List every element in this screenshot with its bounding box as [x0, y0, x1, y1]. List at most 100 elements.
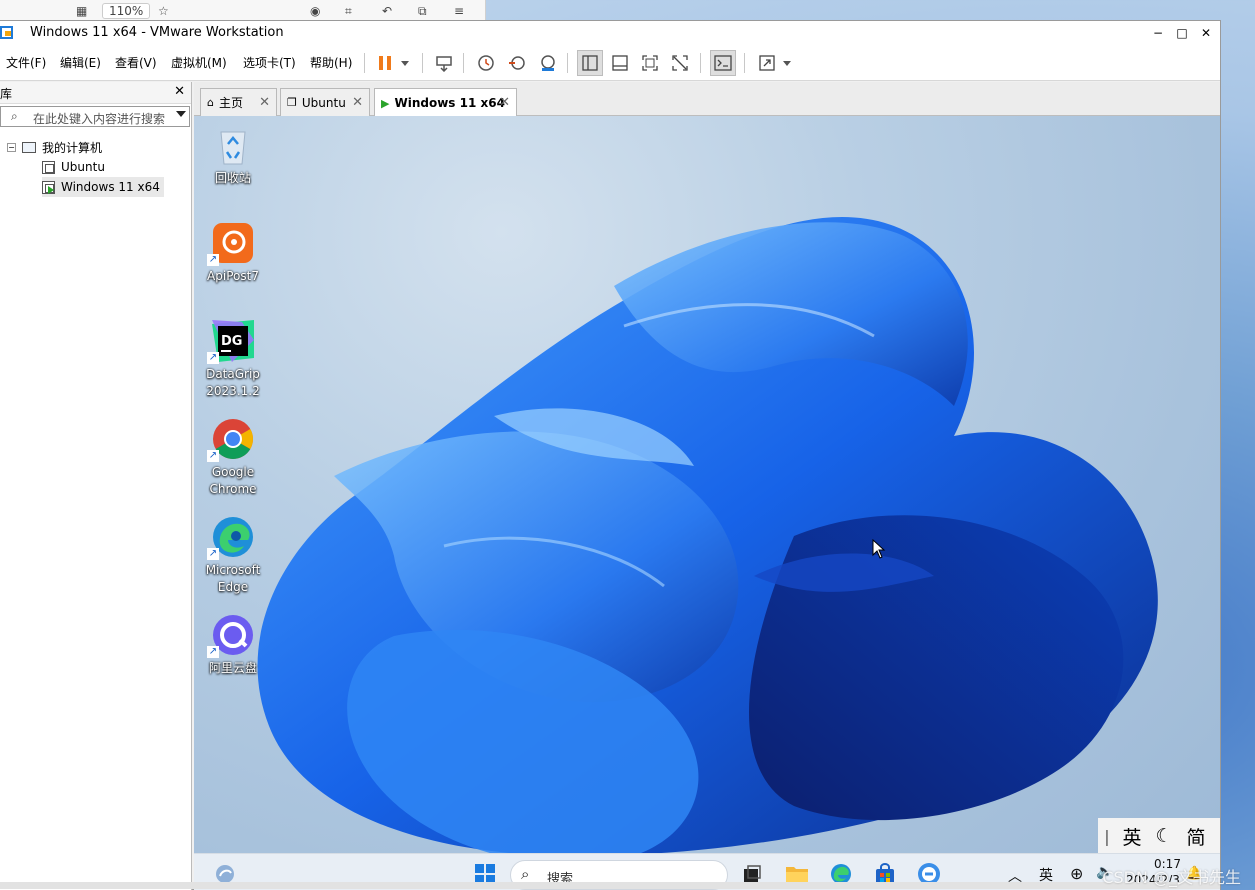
vmware-window: Windows 11 x64 - VMware Workstation − □ … — [0, 20, 1221, 890]
shortcut-arrow-icon: ↗ — [207, 450, 219, 462]
ime-moon-icon[interactable]: ☾ — [1148, 825, 1180, 847]
library-search-placeholder: 在此处键入内容进行搜索 — [33, 112, 166, 126]
close-button[interactable]: ✕ — [1194, 23, 1218, 43]
library-close-icon[interactable]: ✕ — [174, 84, 185, 99]
computer-icon — [22, 141, 36, 153]
stretch-dropdown-icon[interactable] — [780, 50, 794, 76]
pause-dropdown-icon[interactable] — [398, 50, 412, 76]
ime-grip-icon[interactable]: | — [1098, 827, 1116, 846]
close-tab-icon[interactable]: ✕ — [499, 95, 510, 110]
vm-running-icon: ▶ — [381, 96, 390, 110]
window-title: Windows 11 x64 - VMware Workstation — [30, 25, 284, 40]
library-panel: 库 ✕ ⌕ 在此处键入内容进行搜索 − 我的计算机 Ubuntu Windows… — [0, 82, 192, 890]
qr-icon[interactable]: ▦ — [76, 4, 87, 18]
desktop-icon-edge[interactable]: ↗ Microsoft Edge — [202, 516, 264, 596]
shortcut-arrow-icon: ↗ — [207, 548, 219, 560]
title-bar: Windows 11 x64 - VMware Workstation − □ … — [0, 21, 1220, 45]
aliyun-drive-icon: ↗ — [207, 614, 254, 658]
close-tab-icon[interactable]: ✕ — [259, 95, 270, 110]
shortcut-arrow-icon: ↗ — [207, 646, 219, 658]
menu-tabs[interactable]: 选项卡(T) — [243, 54, 296, 71]
ime-toolbar: | 英 ☾ 简 — [1098, 818, 1220, 854]
ime-script-button[interactable]: 简 — [1180, 823, 1212, 850]
mouse-cursor-icon — [872, 539, 886, 559]
tree-item-label: Windows 11 x64 — [61, 180, 160, 194]
menu-vm[interactable]: 虚拟机(M) — [171, 54, 227, 71]
pause-button[interactable] — [372, 50, 398, 76]
revert-snapshot-icon[interactable] — [504, 50, 530, 76]
network-icon[interactable]: ⊕ — [1070, 864, 1083, 883]
crop-icon[interactable]: ⌗ — [345, 4, 352, 19]
extensions-icon[interactable]: ⧉ — [418, 4, 427, 19]
back-arrow-icon[interactable]: ↶ — [382, 4, 392, 18]
tree-item-label: Ubuntu — [61, 160, 105, 174]
library-header: 库 ✕ — [0, 82, 191, 104]
stretch-guest-icon[interactable] — [754, 50, 780, 76]
desktop-icon-chrome[interactable]: ↗ Google Chrome — [202, 418, 264, 498]
shortcut-arrow-icon: ↗ — [207, 352, 219, 364]
star-icon[interactable]: ☆ — [158, 4, 169, 18]
toolbar-separator — [567, 53, 568, 73]
minimize-button[interactable]: − — [1146, 23, 1170, 43]
tab-label: Windows 11 x64 — [394, 96, 505, 110]
tab-label: 主页 — [218, 96, 243, 110]
vmware-logo-icon — [0, 26, 13, 39]
menu-edit[interactable]: 编辑(E) — [60, 54, 101, 71]
menu-toolbar: 文件(F) 编辑(E) 查看(V) 虚拟机(M) 选项卡(T) 帮助(H) — [0, 45, 1220, 81]
ime-mode-button[interactable]: 英 — [1116, 823, 1148, 850]
desktop-icon-label: Microsoft Edge — [205, 563, 261, 594]
send-ctrl-alt-del-icon[interactable] — [431, 50, 457, 76]
datagrip-badge: DG — [221, 334, 242, 349]
toolbar-separator — [744, 53, 745, 73]
tree-item-ubuntu[interactable]: Ubuntu — [42, 157, 105, 177]
chrome-icon: ↗ — [207, 418, 254, 462]
desktop-icon-aliyun-drive[interactable]: ↗ 阿里云盘 — [202, 614, 264, 677]
host-zoom-level[interactable]: 110% — [102, 3, 151, 19]
tab-label: Ubuntu — [301, 95, 346, 110]
windows-bloom-wallpaper — [257, 217, 1158, 865]
datagrip-icon: DG ↗ — [207, 320, 254, 364]
chevron-down-icon[interactable] — [176, 111, 186, 117]
snapshot-icon[interactable] — [473, 50, 499, 76]
library-search-input[interactable]: ⌕ 在此处键入内容进行搜索 — [0, 106, 190, 127]
search-icon: ⌕ — [521, 865, 530, 883]
desktop-icon-label: Google Chrome — [209, 465, 257, 496]
show-thumbnail-bar-icon[interactable] — [607, 50, 633, 76]
account-icon[interactable]: ◉ — [310, 4, 320, 18]
maximize-button[interactable]: □ — [1170, 23, 1194, 43]
menu-view[interactable]: 查看(V) — [115, 54, 157, 71]
console-view-icon[interactable] — [710, 50, 736, 76]
guest-display[interactable]: 回收站 ↗ ApiPost7 DG ↗ DataGrip 2023.1.2 ↗ … — [194, 116, 1220, 890]
desktop-icon-recycle-bin[interactable]: 回收站 — [202, 124, 264, 187]
tree-item-windows11[interactable]: Windows 11 x64 — [42, 177, 164, 197]
desktop-icon-label: ApiPost7 — [207, 269, 259, 283]
edge-icon: ↗ — [207, 516, 254, 560]
vm-icon: ❐ — [287, 96, 297, 109]
close-tab-icon[interactable]: ✕ — [352, 95, 363, 110]
full-screen-icon[interactable] — [637, 50, 663, 76]
vm-icon — [42, 160, 55, 174]
library-title: 库 — [0, 87, 13, 101]
desktop-icon-label: 回收站 — [214, 171, 251, 185]
menu-icon[interactable]: ≡ — [454, 4, 464, 18]
tree-root-my-computer[interactable]: − 我的计算机 — [7, 137, 102, 157]
collapse-toggle-icon[interactable]: − — [7, 142, 16, 152]
apipost-icon: ↗ — [207, 222, 254, 266]
toolbar-separator — [700, 53, 701, 73]
search-icon: ⌕ — [11, 109, 18, 123]
show-library-icon[interactable] — [577, 50, 603, 76]
tab-ubuntu[interactable]: ❐ Ubuntu ✕ — [280, 88, 370, 116]
menu-help[interactable]: 帮助(H) — [310, 54, 352, 71]
shortcut-arrow-icon: ↗ — [207, 254, 219, 266]
tab-home[interactable]: ⌂ 主页 ✕ — [200, 88, 277, 116]
host-browser-toolbar: ▦ 110% ☆ ◉ ⌗ ↶ ⧉ ≡ — [0, 0, 486, 22]
desktop-icon-datagrip[interactable]: DG ↗ DataGrip 2023.1.2 — [202, 320, 264, 400]
desktop-icon-apipost[interactable]: ↗ ApiPost7 — [202, 222, 264, 285]
unity-mode-icon[interactable] — [667, 50, 693, 76]
tree-root-label: 我的计算机 — [42, 140, 103, 155]
menu-file[interactable]: 文件(F) — [6, 54, 46, 71]
desktop-icon-label: 阿里云盘 — [208, 661, 257, 675]
snapshot-manager-icon[interactable] — [535, 50, 561, 76]
csdn-watermark: CSDN @_文书先生 — [1102, 868, 1241, 887]
tab-windows11[interactable]: ▶ Windows 11 x64 ✕ — [374, 88, 517, 117]
